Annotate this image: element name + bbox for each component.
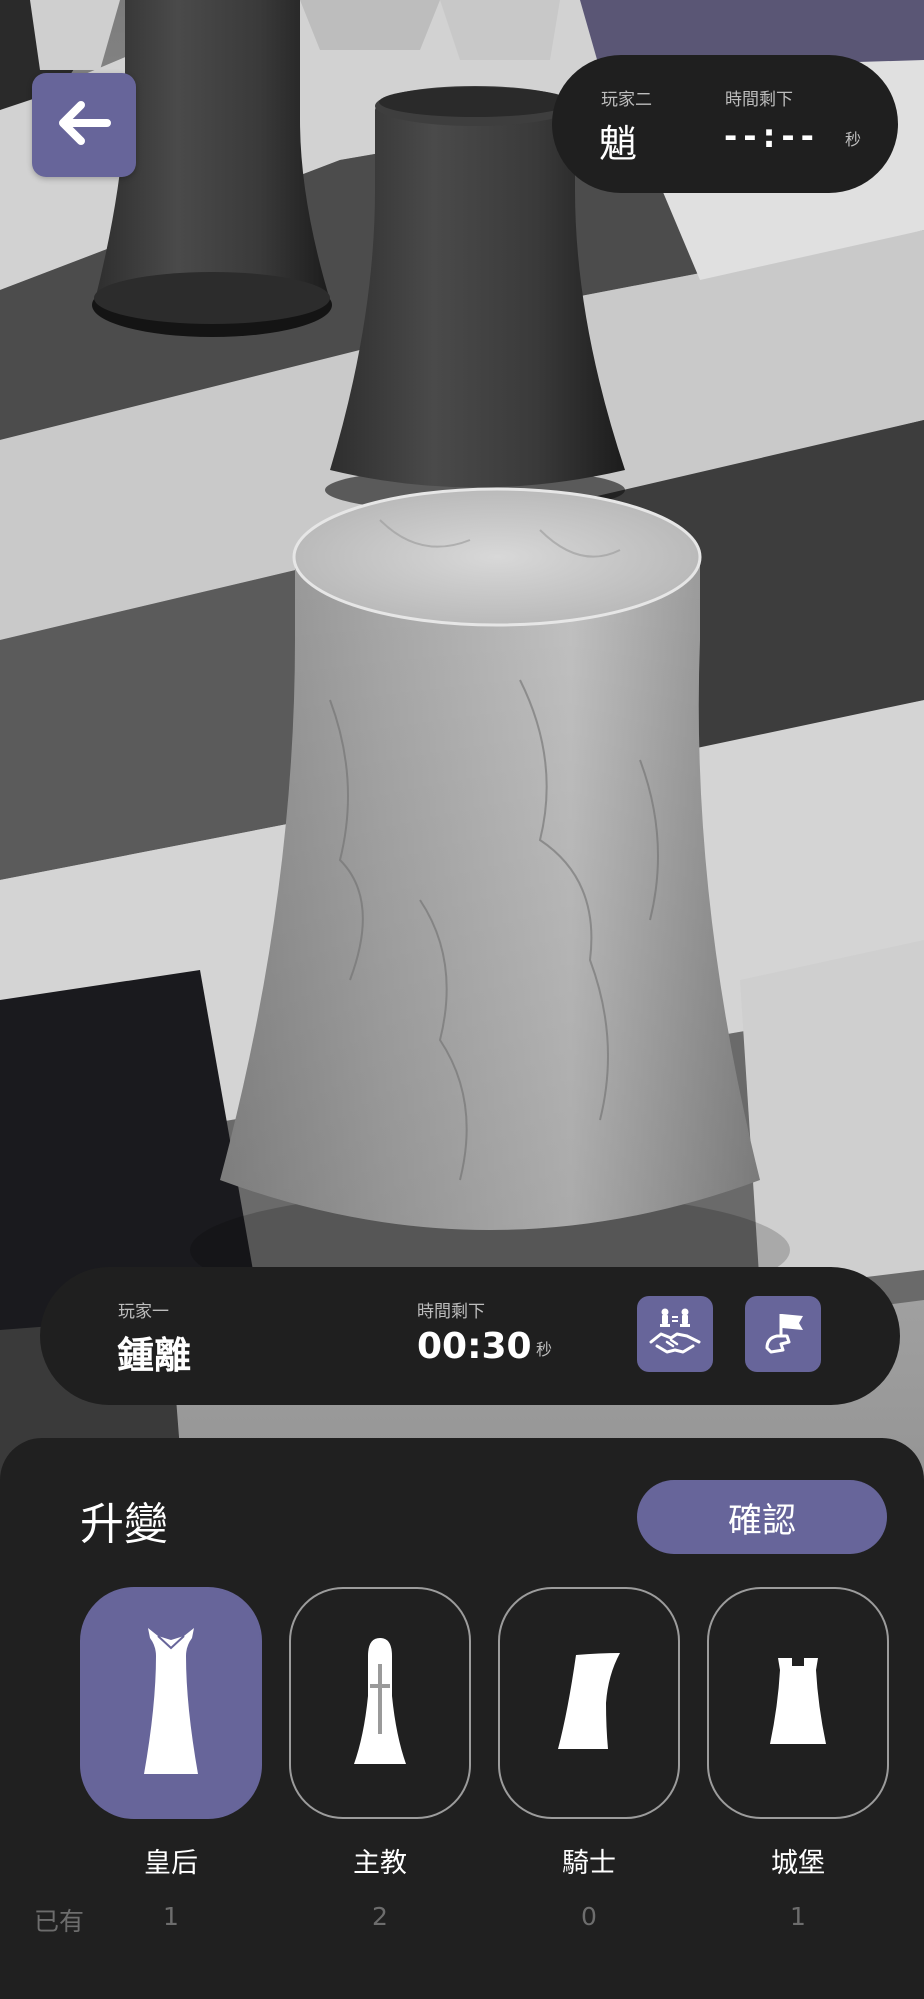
arrow-left-icon <box>57 100 111 150</box>
confirm-button[interactable]: 確認 <box>637 1480 887 1554</box>
promotion-option-rook[interactable] <box>707 1587 889 1819</box>
player-one-label: 玩家一 <box>118 1302 169 1322</box>
promotion-sheet: 升變 確認 皇后 主教 騎士 城堡 已有 1 2 0 1 <box>0 1438 924 1999</box>
offer-draw-button[interactable] <box>637 1296 713 1372</box>
piece-name-knight: 騎士 <box>562 1848 616 1879</box>
player-two-label: 玩家二 <box>601 90 652 110</box>
handshake-draw-icon <box>647 1306 703 1362</box>
owned-count-knight: 0 <box>581 1902 597 1931</box>
owned-count-bishop: 2 <box>372 1902 388 1931</box>
player-two-time-label: 時間剩下 <box>725 90 793 110</box>
player-one-time-unit: 秒 <box>536 1340 553 1359</box>
white-flag-icon <box>757 1306 809 1362</box>
promotion-option-queen[interactable] <box>80 1587 262 1819</box>
promotion-option-bishop[interactable] <box>289 1587 471 1819</box>
player-one-panel: 玩家一 鍾離 時間剩下 00:30 秒 <box>40 1267 900 1405</box>
back-button[interactable] <box>32 73 136 177</box>
player-two-name: 魈 <box>599 122 638 166</box>
player-two-time-unit: 秒 <box>845 130 862 149</box>
piece-name-bishop: 主教 <box>353 1848 407 1879</box>
piece-name-rook: 城堡 <box>771 1848 825 1879</box>
bishop-icon <box>350 1636 410 1770</box>
knight-icon <box>554 1651 624 1755</box>
player-two-timer: --:-- <box>724 117 820 155</box>
promotion-title: 升變 <box>80 1499 168 1550</box>
player-one-timer: 00:30 <box>417 1326 532 1367</box>
player-one-name: 鍾離 <box>117 1334 191 1377</box>
player-one-time-label: 時間剩下 <box>417 1302 485 1322</box>
resign-button[interactable] <box>745 1296 821 1372</box>
owned-count-queen: 1 <box>163 1902 179 1931</box>
promotion-option-knight[interactable] <box>498 1587 680 1819</box>
piece-name-queen: 皇后 <box>144 1848 198 1879</box>
player-two-panel: 玩家二 魈 時間剩下 --:-- 秒 <box>552 55 898 193</box>
owned-label: 已有 <box>34 1907 85 1936</box>
queen-icon <box>136 1626 206 1780</box>
rook-icon <box>768 1656 828 1750</box>
owned-count-rook: 1 <box>790 1902 806 1931</box>
